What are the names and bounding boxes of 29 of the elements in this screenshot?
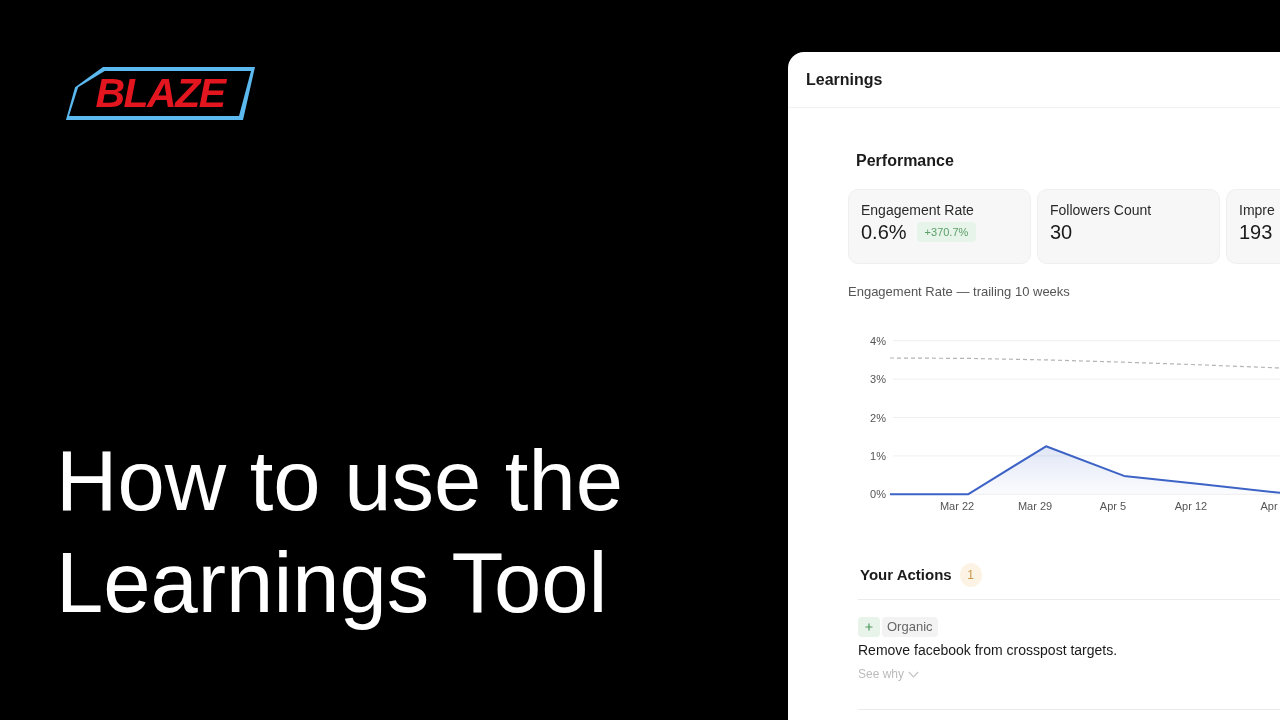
axis-label: Apr: [1260, 500, 1278, 512]
section-heading: Performance: [856, 151, 955, 171]
tag-label: Organic: [882, 617, 938, 637]
logo: BLAZE: [65, 67, 255, 120]
headline: How to use the Learnings Tool: [56, 432, 624, 632]
metric-value: 30: [1050, 220, 1073, 245]
metric-label: Impre: [1239, 201, 1276, 219]
axis-label: 4%: [870, 334, 886, 347]
metric-label: Followers Count: [1050, 201, 1153, 219]
metric-value: 193: [1239, 220, 1273, 245]
axis-label: 0%: [870, 488, 886, 501]
metric-value: 0.6%: [861, 220, 907, 245]
axis-label: Apr 12: [1174, 500, 1208, 512]
action-text: Remove facebook from crosspost targets.: [858, 641, 1119, 660]
axis-label: Apr 5: [1099, 500, 1127, 512]
axis-label: 3%: [870, 373, 886, 386]
count-badge: 1: [959, 563, 982, 587]
see-why-link[interactable]: See why: [858, 666, 920, 682]
plus-icon: [858, 617, 880, 637]
axis-label: Mar 29: [1017, 500, 1053, 512]
axis-label: 1%: [870, 449, 886, 462]
panel-title: Learnings: [806, 69, 883, 90]
axis-label: 2%: [870, 411, 886, 424]
metric-label: Engagement Rate: [861, 201, 975, 219]
chart-title: Engagement Rate — trailing 10 weeks: [848, 283, 1071, 301]
axis-label: Mar 22: [939, 500, 975, 512]
section-heading: Your Actions: [860, 565, 952, 585]
change-badge: +370.7%: [916, 222, 977, 242]
chevron-down-icon: [908, 670, 920, 678]
